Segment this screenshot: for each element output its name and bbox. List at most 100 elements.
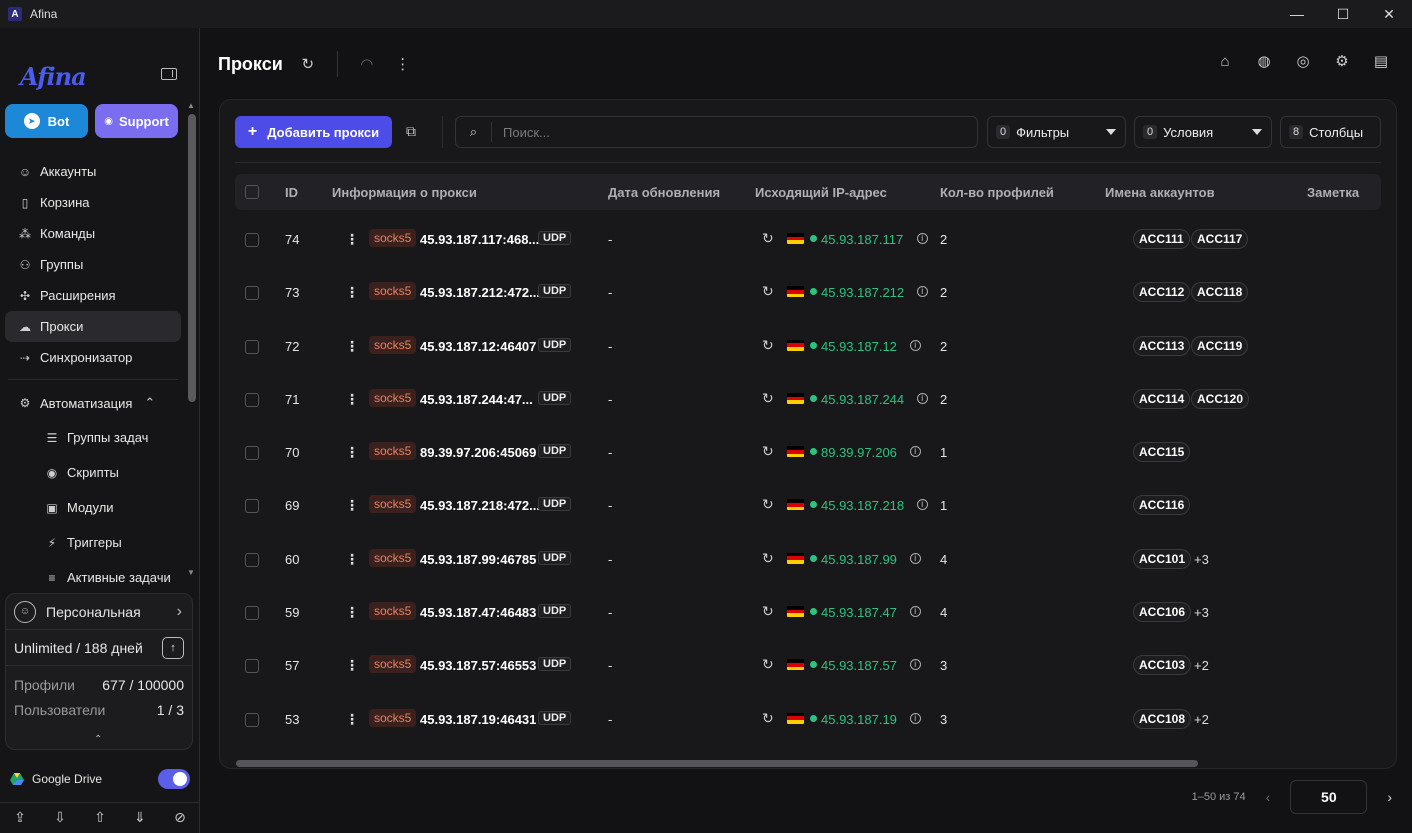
- row-menu-icon[interactable]: ⋮: [345, 391, 359, 408]
- globe-lock-icon[interactable]: ◍: [1255, 52, 1273, 70]
- account-chip[interactable]: ACC113: [1133, 335, 1191, 356]
- maximize-icon[interactable]: ☐: [1320, 0, 1366, 28]
- conditions-dropdown[interactable]: 0 Условия: [1134, 116, 1272, 148]
- proxy-address[interactable]: 45.93.187.99:46785: [420, 552, 536, 567]
- wifi-icon[interactable]: ◠: [356, 55, 378, 73]
- row-menu-icon[interactable]: ⋮: [345, 231, 359, 248]
- more-icon[interactable]: ⋮: [392, 55, 414, 73]
- account-chip[interactable]: ACC120: [1191, 388, 1250, 409]
- refresh-ip-icon[interactable]: ↻: [762, 443, 774, 460]
- layout-icon[interactable]: ▤: [1372, 52, 1390, 70]
- proxy-address[interactable]: 45.93.187.218:472...: [420, 498, 540, 513]
- sidebar-subitem[interactable]: ▣ Модули: [5, 490, 181, 525]
- cloud-upload-icon[interactable]: ⇪: [14, 809, 26, 826]
- minimize-icon[interactable]: —: [1274, 0, 1320, 28]
- row-checkbox[interactable]: [245, 712, 259, 727]
- account-chip[interactable]: ACC119: [1191, 335, 1249, 356]
- table-row[interactable]: 73 ⋮ socks5 45.93.187.212:472... UDP - ↻ 45.93.…: [235, 266, 1381, 319]
- columns-button[interactable]: 8 Столбцы: [1280, 116, 1381, 148]
- sidebar-item[interactable]: ☁ Прокси: [5, 311, 181, 342]
- refresh-ip-icon[interactable]: ↻: [762, 230, 774, 247]
- search-input[interactable]: [503, 124, 963, 140]
- info-icon[interactable]: i: [909, 606, 921, 618]
- account-chip[interactable]: ACC117: [1191, 229, 1249, 249]
- horizontal-scrollbar[interactable]: [236, 760, 1198, 767]
- refresh-ip-icon[interactable]: ↻: [762, 337, 774, 354]
- settings-icon[interactable]: ⚙: [1333, 52, 1351, 70]
- refresh-ip-icon[interactable]: ↻: [762, 550, 774, 567]
- column-id[interactable]: ID: [285, 185, 298, 200]
- proxy-address[interactable]: 45.93.187.47:46483: [420, 605, 536, 620]
- table-row[interactable]: 69 ⋮ socks5 45.93.187.218:472... UDP - ↻ 45.93.…: [235, 479, 1381, 532]
- plan-header[interactable]: ☺ Персональная ›: [6, 594, 192, 630]
- table-row[interactable]: 53 ⋮ socks5 45.93.187.19:46431 UDP - ↻ 45.93.18…: [235, 693, 1381, 746]
- proxy-address[interactable]: 45.93.187.244:47...: [420, 392, 533, 407]
- row-checkbox[interactable]: [245, 446, 259, 461]
- table-row[interactable]: 71 ⋮ socks5 45.93.187.244:47... UDP - ↻ 45.93.1…: [235, 373, 1381, 426]
- refresh-ip-icon[interactable]: ↻: [762, 710, 774, 727]
- table-row[interactable]: 60 ⋮ socks5 45.93.187.99:46785 UDP - ↻ 45.93.18…: [235, 533, 1381, 586]
- sidebar-item[interactable]: ⚇ Группы: [5, 249, 181, 280]
- next-page-icon[interactable]: ›: [1387, 789, 1392, 805]
- proxy-address[interactable]: 89.39.97.206:45069: [420, 445, 536, 460]
- account-chip[interactable]: ACC116: [1133, 495, 1191, 516]
- sidebar-item[interactable]: ⁂ Команды: [5, 218, 181, 249]
- refresh-ip-icon[interactable]: ↻: [762, 496, 774, 513]
- support-button[interactable]: ◉ Support: [95, 104, 178, 138]
- sidebar-collapse-icon[interactable]: [161, 68, 177, 80]
- sidebar-item[interactable]: ☺ Аккаунты: [5, 156, 181, 187]
- row-menu-icon[interactable]: ⋮: [345, 657, 359, 674]
- info-icon[interactable]: i: [916, 392, 928, 404]
- more-accounts-count[interactable]: +2: [1194, 712, 1209, 727]
- row-checkbox[interactable]: [245, 659, 259, 674]
- proxy-address[interactable]: 45.93.187.19:46431: [420, 712, 536, 727]
- row-checkbox[interactable]: [245, 233, 259, 247]
- row-menu-icon[interactable]: ⋮: [345, 711, 359, 728]
- row-checkbox[interactable]: [245, 606, 259, 621]
- account-chip[interactable]: ACC115: [1133, 442, 1191, 463]
- scroll-down-icon[interactable]: ▼: [187, 568, 195, 577]
- proxy-address[interactable]: 45.93.187.117:468...: [420, 232, 539, 247]
- table-row[interactable]: 72 ⋮ socks5 45.93.187.12:46407 UDP - ↻ 45.93.18…: [235, 320, 1381, 373]
- refresh-ip-icon[interactable]: ↻: [762, 283, 774, 300]
- account-chip[interactable]: ACC111: [1133, 229, 1190, 249]
- row-menu-icon[interactable]: ⋮: [345, 551, 359, 568]
- account-chip[interactable]: ACC114: [1133, 388, 1191, 409]
- more-accounts-count[interactable]: +3: [1194, 552, 1209, 567]
- row-menu-icon[interactable]: ⋮: [345, 284, 359, 301]
- sidebar-subitem[interactable]: ◉ Скрипты: [5, 455, 181, 490]
- info-icon[interactable]: i: [916, 286, 928, 298]
- more-accounts-count[interactable]: +3: [1194, 605, 1209, 620]
- sidebar-subitem[interactable]: ☰ Группы задач: [5, 420, 181, 455]
- refresh-ip-icon[interactable]: ↻: [762, 390, 774, 407]
- bulk-add-icon[interactable]: ⧉: [406, 123, 424, 141]
- more-accounts-count[interactable]: +2: [1194, 658, 1209, 673]
- row-checkbox[interactable]: [245, 339, 259, 354]
- account-chip[interactable]: ACC112: [1133, 282, 1191, 303]
- info-icon[interactable]: i: [909, 339, 921, 351]
- account-chip[interactable]: ACC106: [1133, 602, 1192, 623]
- info-icon[interactable]: i: [916, 233, 928, 244]
- row-menu-icon[interactable]: ⋮: [345, 604, 359, 621]
- account-chip[interactable]: ACC118: [1191, 282, 1249, 303]
- add-proxy-button[interactable]: + Добавить прокси: [235, 116, 392, 148]
- scroll-up-icon[interactable]: ▲: [187, 101, 195, 110]
- table-row[interactable]: 70 ⋮ socks5 89.39.97.206:45069 UDP - ↻ 89.39.97…: [235, 426, 1381, 479]
- row-menu-icon[interactable]: ⋮: [345, 497, 359, 514]
- sidebar-scrollbar[interactable]: [188, 114, 196, 402]
- sidebar-item[interactable]: ⇢ Синхронизатор: [5, 342, 181, 373]
- globe-icon[interactable]: ◎: [1294, 52, 1312, 70]
- row-menu-icon[interactable]: ⋮: [345, 338, 359, 355]
- proxy-address[interactable]: 45.93.187.12:46407: [420, 339, 536, 354]
- info-icon[interactable]: i: [909, 446, 921, 458]
- column-updated[interactable]: Дата обновления: [608, 185, 720, 200]
- upgrade-icon[interactable]: ↑: [162, 636, 184, 659]
- tag-icon[interactable]: ⌂: [1216, 52, 1234, 70]
- proxy-address[interactable]: 45.93.187.57:46553: [420, 658, 536, 673]
- account-chip[interactable]: ACC103: [1133, 655, 1192, 676]
- row-checkbox[interactable]: [245, 286, 259, 301]
- bot-button[interactable]: ➤ Bot: [5, 104, 88, 138]
- select-all-checkbox[interactable]: [245, 185, 259, 199]
- page-size-select[interactable]: 50: [1290, 780, 1368, 814]
- column-accounts[interactable]: Имена аккаунтов: [1105, 185, 1215, 200]
